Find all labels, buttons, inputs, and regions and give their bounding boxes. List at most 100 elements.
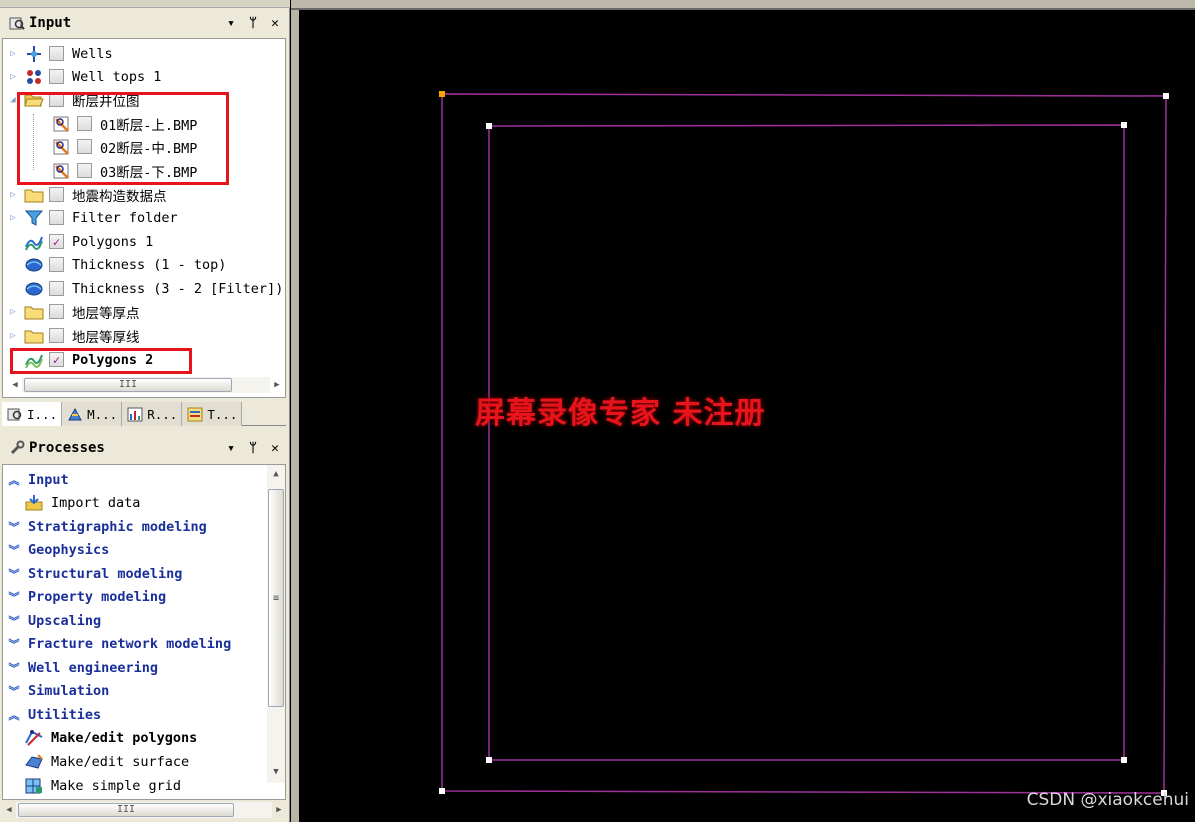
chevron-down-icon[interactable]: ︾ [6, 589, 22, 605]
process-category-simulation[interactable]: ︾ Simulation [3, 679, 110, 702]
tree-item-polygons-2[interactable]: ✓ Polygons 2 [7, 348, 153, 371]
inner-polygon[interactable] [488, 124, 1125, 761]
chevron-down-icon[interactable]: ︾ [6, 613, 22, 629]
chevron-up-icon[interactable]: ︽ [6, 472, 22, 488]
process-category-well-engineering[interactable]: ︾ Well engineering [3, 656, 159, 679]
tree-item-seismic-folder[interactable]: ▷ 地震构造数据点 [7, 183, 167, 206]
make-edit-surface-icon [23, 753, 45, 771]
process-category-upscaling[interactable]: ︾ Upscaling [3, 609, 102, 632]
process-category-geophysics[interactable]: ︾ Geophysics [3, 538, 110, 561]
process-item-import-data[interactable]: Import data [3, 491, 140, 514]
tree-item-well-tops[interactable]: ▷ Well tops 1 [7, 65, 161, 88]
dropdown-arrow-icon[interactable]: ▾ [220, 441, 242, 456]
tree-item-thickness-2[interactable]: Thickness (3 - 2 [Filter]) [7, 277, 283, 300]
polygon-node[interactable] [1121, 757, 1127, 763]
process-category-property[interactable]: ︾ Property modeling [3, 585, 167, 608]
process-item-make-edit-polygons[interactable]: Make/edit polygons [3, 726, 197, 749]
processes-hscrollbar[interactable]: ◀ III ▶ [2, 800, 286, 820]
input-tree[interactable]: ▷ Wells ▷ Well tops 1 ◢ 断层井位图 01断层-上.BMP… [2, 38, 286, 398]
tree-item-thickness-1[interactable]: Thickness (1 - top) [7, 253, 226, 276]
processes-panel-header: Processes ▾ ᛘ ✕ [4, 437, 286, 459]
checkbox[interactable] [77, 139, 92, 154]
scroll-left-icon[interactable]: ◀ [8, 380, 22, 390]
checkbox[interactable] [77, 163, 92, 178]
checkbox[interactable] [49, 281, 64, 296]
tree-item-wells[interactable]: ▷ Wells [7, 42, 113, 65]
templates-tab-icon [186, 406, 204, 422]
tab-templates[interactable]: T... [182, 402, 243, 426]
scroll-down-icon[interactable]: ▼ [267, 767, 285, 777]
chevron-up-icon[interactable]: ︽ [6, 707, 22, 723]
checkbox[interactable] [49, 187, 64, 202]
polygon-node[interactable] [1163, 93, 1169, 99]
tab-results[interactable]: R... [122, 402, 183, 426]
outer-polygon[interactable] [441, 93, 1167, 794]
checkbox[interactable] [49, 92, 64, 107]
pin-icon[interactable]: ᛘ [242, 16, 264, 31]
checkbox[interactable] [77, 116, 92, 131]
tree-item-fault-folder[interactable]: ◢ 断层井位图 [7, 88, 140, 111]
chevron-down-icon[interactable]: ︾ [6, 566, 22, 582]
expand-arrow-icon[interactable]: ▷ [7, 189, 19, 201]
scroll-thumb[interactable]: III [24, 378, 232, 392]
checkbox[interactable] [49, 304, 64, 319]
checkbox-checked[interactable]: ✓ [49, 234, 64, 249]
close-icon[interactable]: ✕ [264, 16, 286, 31]
checkbox[interactable] [49, 69, 64, 84]
scroll-up-icon[interactable]: ▲ [267, 469, 285, 479]
bitmap-icon [51, 138, 73, 156]
checkbox[interactable] [49, 328, 64, 343]
checkbox[interactable] [49, 257, 64, 272]
expand-arrow-icon[interactable]: ▷ [7, 71, 19, 83]
checkbox[interactable] [49, 210, 64, 225]
map-viewport[interactable]: 屏幕录像专家 未注册 CSDN @xiaokcehui [291, 0, 1195, 822]
tab-input[interactable]: I... [2, 402, 63, 426]
expand-arrow-icon[interactable]: ▷ [7, 212, 19, 224]
scroll-thumb[interactable]: III [18, 803, 234, 817]
process-item-make-edit-surface[interactable]: Make/edit surface [3, 750, 189, 773]
processes-list[interactable]: ︽ Input Import data ︾ Stratigraphic mode… [2, 464, 286, 800]
tree-item-filter-folder[interactable]: ▷ Filter folder [7, 206, 177, 229]
tree-item-thickness-points-folder[interactable]: ▷ 地层等厚点 [7, 300, 140, 323]
scroll-thumb[interactable]: ≡ [268, 489, 284, 707]
tree-item-bitmap-03[interactable]: 03断层-下.BMP [47, 159, 197, 182]
chevron-down-icon[interactable]: ︾ [6, 542, 22, 558]
tree-item-bitmap-01[interactable]: 01断层-上.BMP [47, 112, 197, 135]
process-category-utilities[interactable]: ︽ Utilities [3, 703, 102, 726]
pin-icon[interactable]: ᛘ [242, 441, 264, 456]
checkbox[interactable] [49, 46, 64, 61]
expand-arrow-icon[interactable]: ▷ [7, 330, 19, 342]
polygon-node[interactable] [1121, 122, 1127, 128]
input-tree-hscrollbar[interactable]: ◀ III ▶ [8, 376, 284, 394]
processes-vscrollbar[interactable]: ▲ ≡ ▼ [267, 465, 285, 783]
process-item-make-simple-grid[interactable]: Make simple grid [3, 774, 181, 797]
pane-tabs: I... M... R... T... [2, 402, 286, 426]
scroll-left-icon[interactable]: ◀ [2, 805, 16, 815]
collapse-arrow-icon[interactable]: ◢ [7, 94, 19, 106]
close-icon[interactable]: ✕ [264, 441, 286, 456]
expand-arrow-icon[interactable]: ▷ [7, 48, 19, 60]
polygon-node[interactable] [439, 788, 445, 794]
scroll-right-icon[interactable]: ▶ [272, 805, 286, 815]
checkbox-checked[interactable]: ✓ [49, 352, 64, 367]
process-category-input[interactable]: ︽ Input [3, 468, 69, 491]
dropdown-arrow-icon[interactable]: ▾ [220, 16, 242, 31]
chevron-down-icon[interactable]: ︾ [6, 660, 22, 676]
tree-item-isopach-folder[interactable]: ▷ 地层等厚线 [7, 324, 140, 347]
csdn-credit: CSDN @xiaokcehui [1026, 790, 1189, 810]
chevron-down-icon[interactable]: ︾ [6, 636, 22, 652]
chevron-down-icon[interactable]: ︾ [6, 683, 22, 699]
scroll-right-icon[interactable]: ▶ [270, 380, 284, 390]
tree-item-bitmap-02[interactable]: 02断层-中.BMP [47, 135, 197, 158]
polygon-node[interactable] [486, 757, 492, 763]
process-category-fracture[interactable]: ︾ Fracture network modeling [3, 632, 232, 655]
expand-arrow-icon[interactable]: ▷ [7, 306, 19, 318]
chevron-down-icon[interactable]: ︾ [6, 519, 22, 535]
polygon-node[interactable] [486, 123, 492, 129]
polygon-node[interactable] [439, 91, 445, 97]
process-category-stratigraphic[interactable]: ︾ Stratigraphic modeling [3, 515, 207, 538]
process-category-structural[interactable]: ︾ Structural modeling [3, 562, 183, 585]
tab-models[interactable]: M... [62, 402, 123, 426]
left-pane: Input ▾ ᛘ ✕ ▷ Wells ▷ Well tops 1 ◢ 断层井位… [0, 0, 290, 822]
tree-item-polygons-1[interactable]: ✓ Polygons 1 [7, 230, 153, 253]
